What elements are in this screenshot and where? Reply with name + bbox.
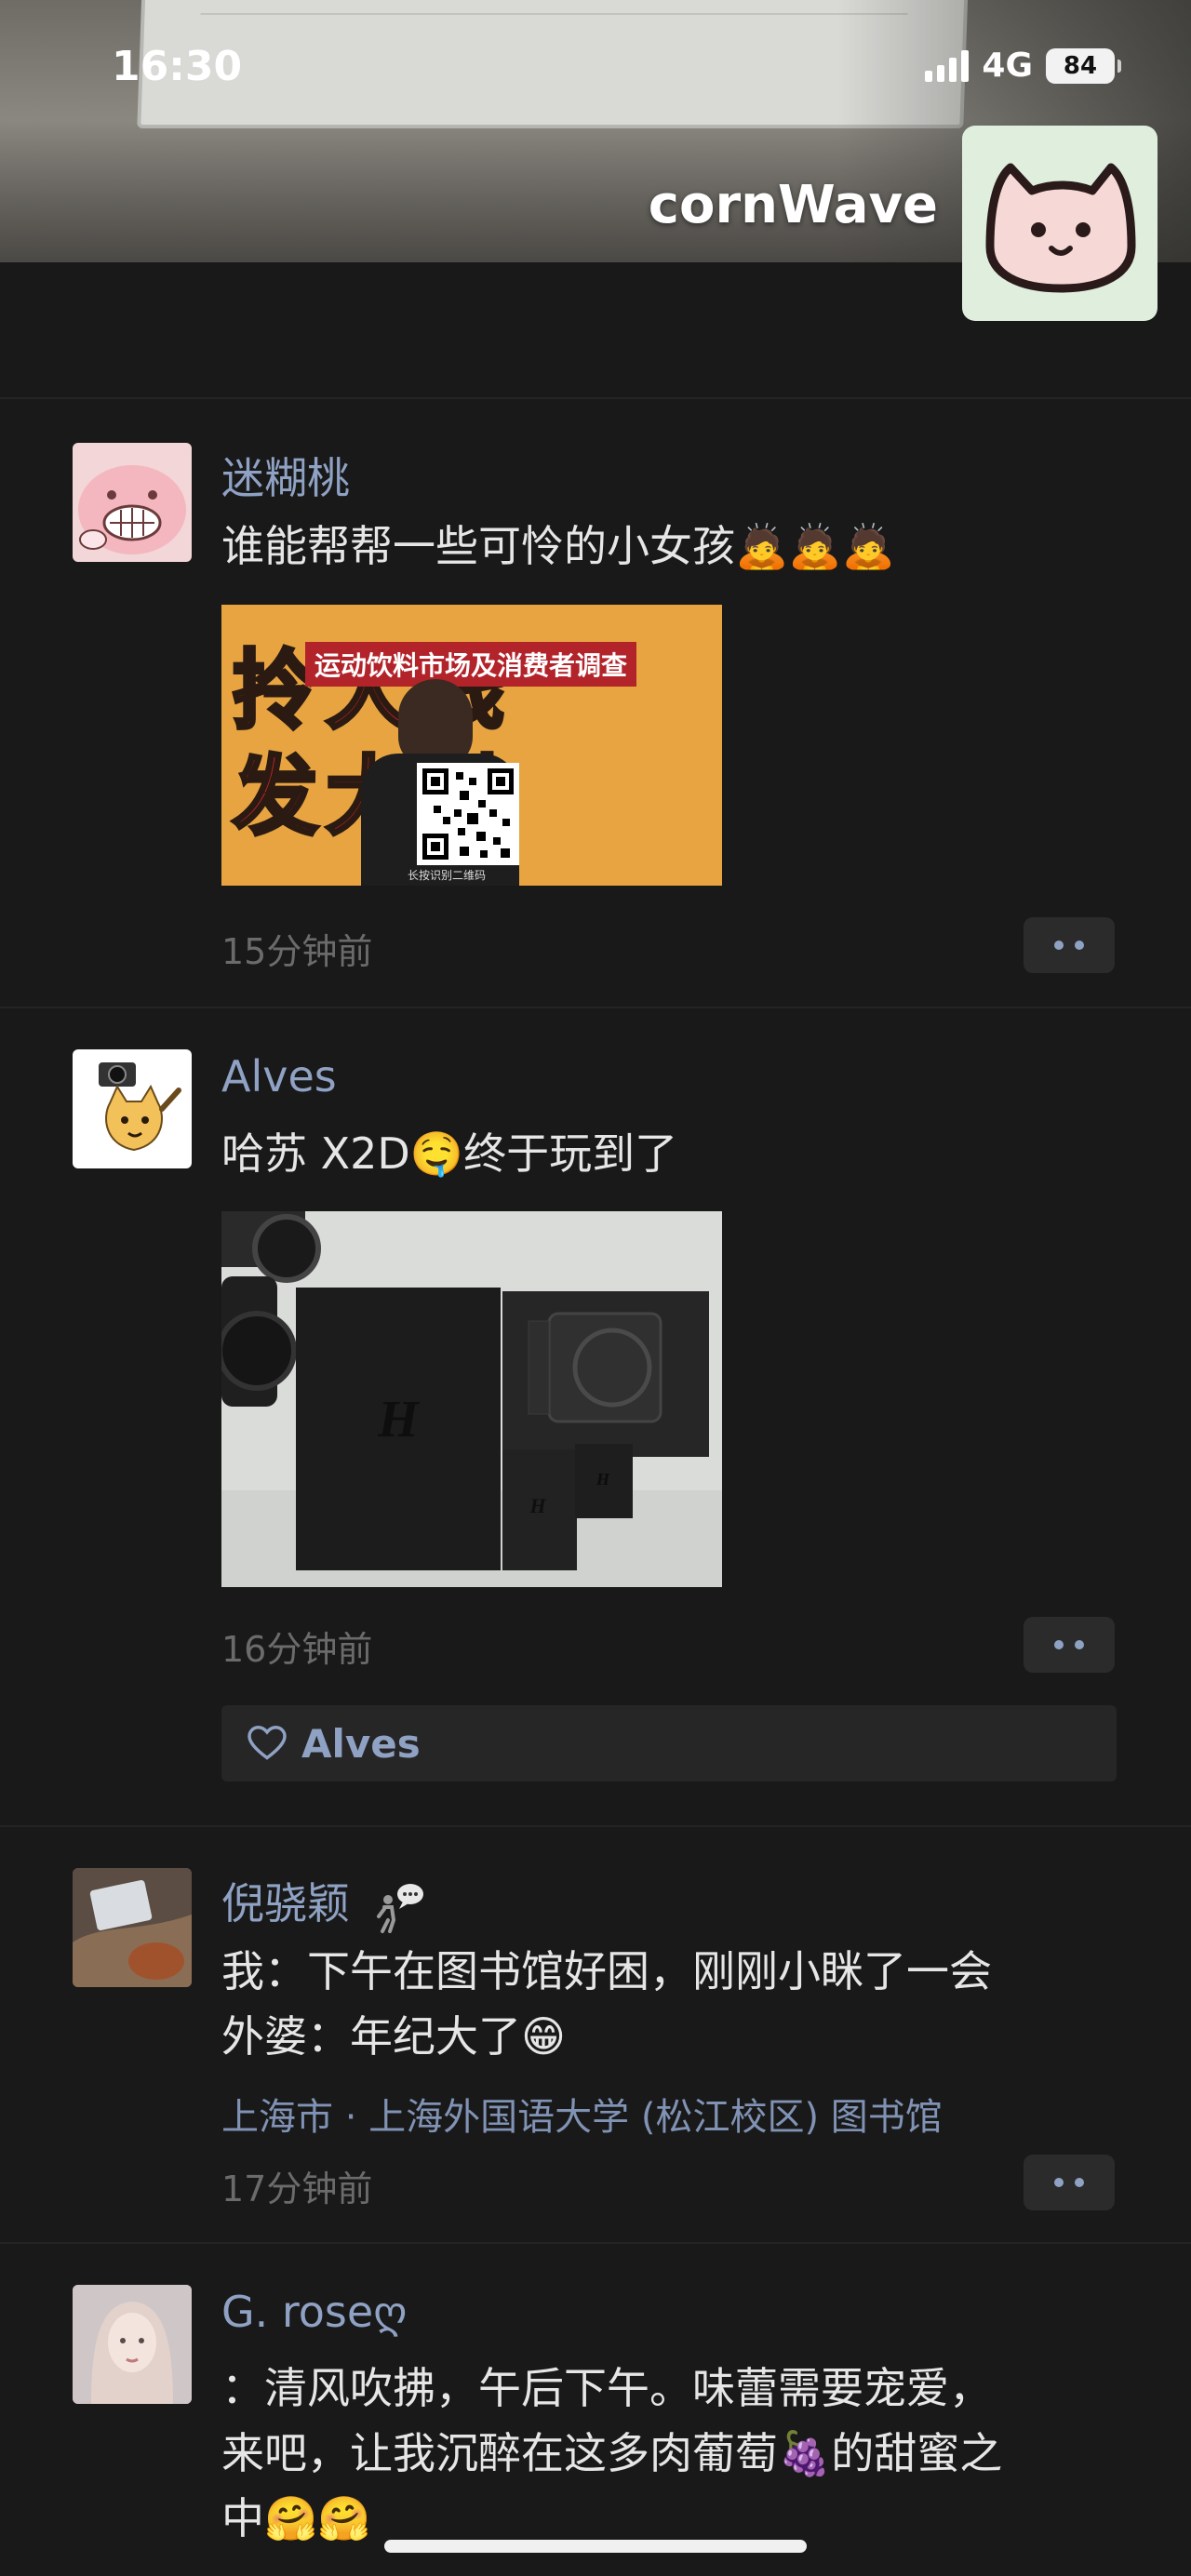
cartoon-avatar-icon	[78, 465, 186, 554]
location-link[interactable]: 上海市 · 上海外国语大学 (松江校区) 图书馆	[221, 2087, 943, 2141]
bowing-emoji: 🙇🙇🙇	[735, 521, 895, 571]
post-text-line-1: ：清风吹拂，午后下午。味蕾需要宠爱，	[221, 2363, 992, 2413]
post-text-line-2: 外婆：年纪大了😁	[221, 2011, 566, 2062]
likes-bar: Alves	[221, 1705, 1117, 1782]
heart-icon	[248, 1726, 287, 1760]
avatar[interactable]	[73, 2285, 192, 2404]
camera-boxes-photo: H H H	[221, 1211, 722, 1587]
username[interactable]: Alves	[221, 1051, 337, 1101]
post-time: 15分钟前	[221, 931, 373, 972]
status-time: 16:30	[112, 43, 243, 90]
status-indicators: 4G 84	[925, 47, 1121, 85]
photo-avatar-icon	[73, 1868, 192, 1987]
network-type: 4G	[982, 47, 1033, 85]
avatar[interactable]	[73, 443, 192, 562]
like-username[interactable]: Alves	[301, 1721, 421, 1767]
post-text-line-2: 来吧，让我沉醉在这多肉葡萄🍇的甜蜜之	[221, 2428, 1003, 2478]
svg-text:H: H	[596, 1470, 610, 1488]
post-text: 谁能帮帮一些可怜的小女孩🙇🙇🙇	[221, 521, 895, 571]
cat-face-icon	[985, 163, 1136, 293]
avatar[interactable]	[73, 1868, 192, 1987]
more-button[interactable]	[1024, 917, 1115, 973]
post-text-line-3: 中🤗🤗	[221, 2493, 371, 2543]
post-image[interactable]: 拎大钱 发大财 运动饮料市场及消费者调查 长按识别二维码	[221, 605, 722, 886]
status-chat-icon	[376, 1883, 423, 1933]
svg-text:H: H	[529, 1494, 546, 1517]
drooling-emoji: 🤤	[409, 1128, 464, 1179]
qr-caption: 长按识别二维码	[408, 869, 487, 882]
username[interactable]: G. roseღ	[221, 2287, 407, 2337]
battery-level: 84	[1063, 51, 1098, 80]
username[interactable]: 迷糊桃	[221, 445, 350, 506]
post-time: 17分钟前	[221, 2169, 373, 2209]
hugging-emoji: 🤗🤗	[264, 2493, 371, 2543]
avatar[interactable]	[73, 1049, 192, 1168]
post-text: 哈苏 X2D🤤终于玩到了	[221, 1128, 678, 1179]
username[interactable]: 倪骁颖	[221, 1870, 425, 1933]
profile-avatar[interactable]	[962, 126, 1158, 321]
grin-emoji: 😁	[521, 2011, 566, 2062]
more-button[interactable]	[1024, 1617, 1115, 1673]
more-button[interactable]	[1024, 2155, 1115, 2210]
post-image[interactable]: H H H	[221, 1211, 722, 1587]
qr-code-icon	[417, 763, 519, 865]
cat-photographer-icon	[99, 1062, 181, 1152]
poster-banner: 运动饮料市场及消费者调查	[305, 642, 637, 687]
svg-text:H: H	[377, 1391, 420, 1448]
profile-name[interactable]: cornWave	[649, 175, 938, 235]
post-time: 16分钟前	[221, 1629, 373, 1670]
post-text-line-1: 我：下午在图书馆好困，刚刚小眯了一会	[221, 1946, 992, 1996]
signal-icon	[925, 49, 970, 82]
girl-portrait-icon	[73, 2285, 192, 2404]
home-indicator[interactable]	[384, 2540, 807, 2553]
grapes-emoji: 🍇	[778, 2428, 832, 2478]
battery-icon: 84	[1046, 47, 1121, 84]
